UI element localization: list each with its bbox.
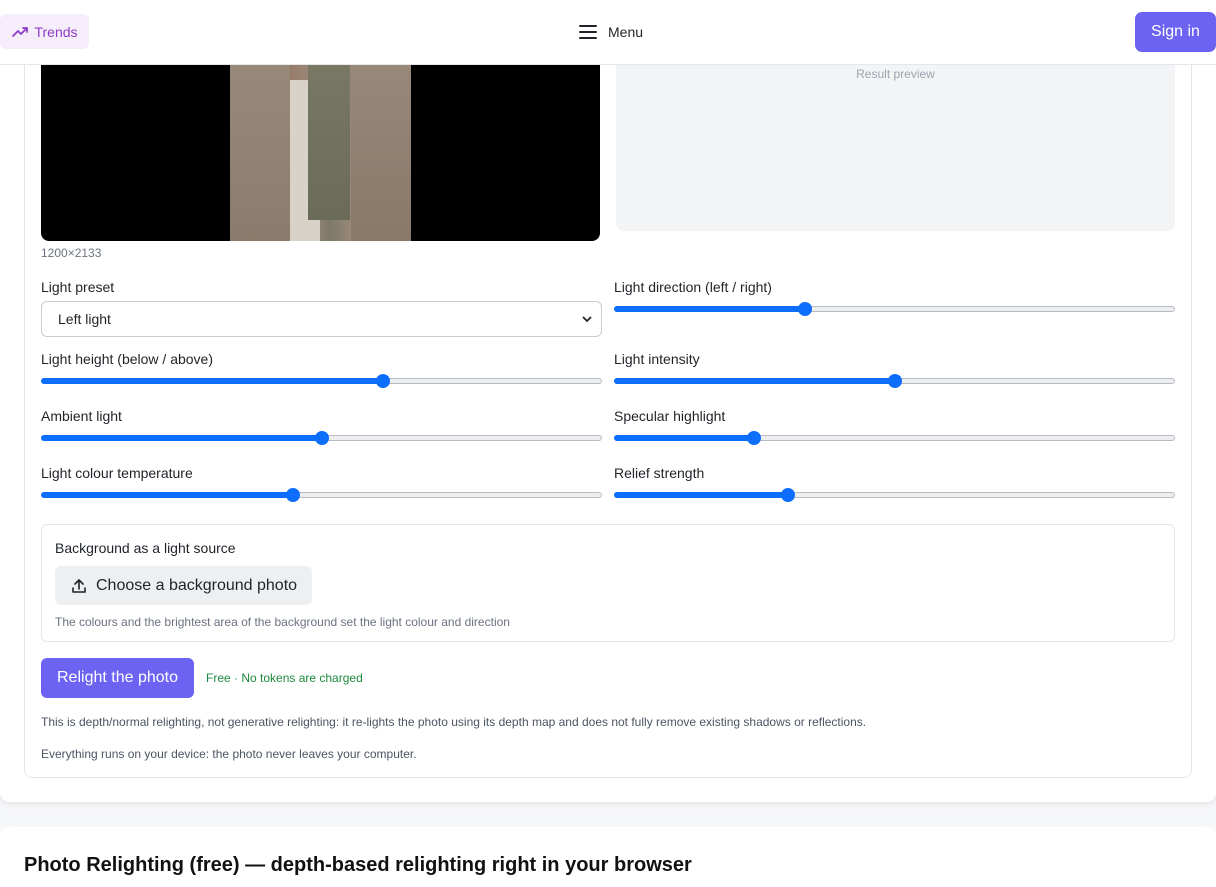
light-preset-select[interactable]: Left light — [41, 301, 602, 337]
choose-background-button[interactable]: Choose a background photo — [55, 566, 312, 605]
choose-background-label: Choose a background photo — [96, 576, 298, 594]
scarf — [308, 40, 350, 220]
menu-label: Menu — [608, 24, 644, 40]
slider-fill — [614, 492, 788, 498]
specular-highlight-slider[interactable] — [614, 431, 1175, 445]
top-navigation-bar: Trends Menu Sign in — [0, 0, 1216, 65]
slider-fill — [614, 306, 805, 312]
trends-label: Trends — [34, 23, 78, 40]
slider-thumb[interactable] — [780, 488, 795, 502]
trending-up-icon — [12, 26, 29, 37]
slider-thumb[interactable] — [747, 431, 762, 445]
ambient-light-slider[interactable] — [41, 431, 602, 445]
background-source-hint: The colours and the brightest area of th… — [55, 615, 510, 629]
section-title: Photo Relighting (free) — depth-based re… — [24, 854, 692, 876]
slider-thumb[interactable] — [286, 488, 301, 502]
depth-note: This is depth/normal relighting, not gen… — [41, 715, 867, 729]
background-source-title: Background as a light source — [55, 540, 236, 556]
coat-right — [351, 40, 411, 241]
specular-highlight-label: Specular highlight — [614, 408, 726, 424]
light-direction-slider[interactable] — [614, 302, 1175, 316]
relight-card: 1200×2133 Result preview Light preset Le… — [0, 0, 1216, 802]
image-dimensions: 1200×2133 — [41, 246, 102, 260]
background-light-source-box: Background as a light source Choose a ba… — [41, 524, 1175, 642]
colour-temperature-label: Light colour temperature — [41, 465, 193, 481]
result-preview-label: Result preview — [856, 67, 935, 81]
slider-fill — [41, 378, 384, 384]
light-height-label: Light height (below / above) — [41, 351, 213, 367]
light-preset-label: Light preset — [41, 279, 115, 295]
colour-temperature-slider[interactable] — [41, 488, 602, 502]
slider-thumb[interactable] — [887, 374, 902, 388]
slider-fill — [614, 378, 895, 384]
menu-button[interactable]: Menu — [578, 20, 643, 44]
slider-thumb[interactable] — [376, 374, 391, 388]
relief-strength-slider[interactable] — [614, 488, 1175, 502]
result-preview: Result preview — [616, 40, 1175, 231]
light-intensity-slider[interactable] — [614, 374, 1175, 388]
light-intensity-label: Light intensity — [614, 351, 700, 367]
photo-portrait — [230, 40, 411, 241]
slider-fill — [614, 435, 755, 441]
original-photo — [41, 40, 600, 241]
sign-in-button[interactable]: Sign in — [1135, 12, 1216, 52]
coat-left — [230, 40, 290, 241]
trends-link[interactable]: Trends — [0, 14, 89, 49]
hamburger-icon — [579, 25, 597, 39]
relight-button[interactable]: Relight the photo — [41, 658, 194, 698]
relief-strength-label: Relief strength — [614, 465, 705, 481]
slider-thumb[interactable] — [797, 302, 812, 316]
chevron-down-icon — [582, 316, 592, 323]
slider-fill — [41, 435, 322, 441]
ambient-light-label: Ambient light — [41, 408, 122, 424]
light-height-slider[interactable] — [41, 374, 602, 388]
slider-thumb[interactable] — [314, 431, 329, 445]
light-direction-label: Light direction (left / right) — [614, 279, 772, 295]
info-section: Photo Relighting (free) — depth-based re… — [0, 827, 1216, 887]
light-preset-value: Left light — [58, 311, 111, 327]
upload-icon — [72, 578, 86, 593]
privacy-note: Everything runs on your device: the phot… — [41, 747, 417, 761]
free-badge: Free · No tokens are charged — [206, 671, 363, 685]
slider-fill — [41, 492, 294, 498]
